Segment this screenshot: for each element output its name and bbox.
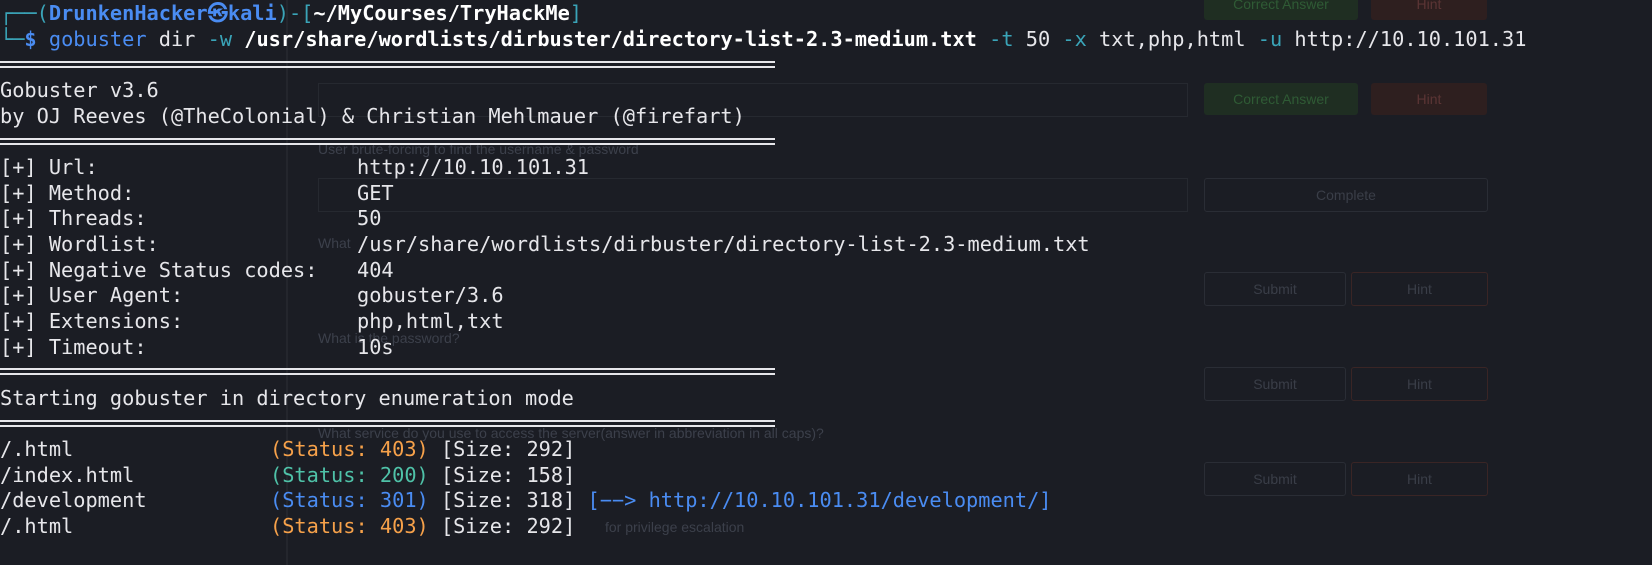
result-row: /index.html (Status: 200) [Size: 158] — [0, 462, 575, 488]
config-value: http://10.10.101.31 — [357, 155, 589, 179]
config-row: [+] Negative Status codes: 404 — [0, 257, 394, 283]
prompt-user: DrunkenHacker — [48, 1, 208, 25]
background-hint-button: Hint — [1351, 462, 1488, 496]
prompt-frame: ] — [569, 1, 583, 25]
result-path: /.html — [0, 437, 74, 461]
config-value: GET — [357, 181, 394, 205]
background-hint-button: Hint — [1351, 272, 1488, 306]
config-value: 404 — [357, 258, 394, 282]
background-question-text: for privilege escalation — [605, 519, 745, 535]
result-size: [Size: 318] — [440, 488, 576, 512]
separator — [0, 420, 775, 427]
config-key: [+] Url: — [0, 155, 98, 179]
command-flag: -u — [1257, 27, 1283, 51]
background-hint-button: Hint — [1371, 0, 1487, 20]
config-value: php,html,txt — [357, 309, 504, 333]
prompt-cwd: ~/MyCourses/TryHackMe — [313, 1, 570, 25]
config-row: [+] Url: http://10.10.101.31 — [0, 154, 589, 180]
config-value: 10s — [357, 335, 394, 359]
result-status: (Status: 200) — [270, 463, 429, 487]
result-path: /index.html — [0, 463, 135, 487]
command-threads: 50 — [1025, 27, 1051, 51]
separator — [0, 368, 775, 375]
result-row: /.html (Status: 403) [Size: 292] — [0, 513, 575, 539]
banner-authors: by OJ Reeves (@TheColonial) & Christian … — [0, 104, 745, 128]
command-program: gobuster — [48, 27, 147, 51]
config-key: [+] Method: — [0, 181, 135, 205]
mode-line: Starting gobuster in directory enumerati… — [0, 386, 574, 410]
config-row: [+] Threads: 50 — [0, 205, 381, 231]
separator — [0, 61, 775, 68]
config-key: [+] User Agent: — [0, 283, 184, 307]
config-key: [+] Threads: — [0, 206, 147, 230]
config-value: /usr/share/wordlists/dirbuster/directory… — [357, 232, 1090, 256]
config-row: [+] Method: GET — [0, 180, 394, 206]
background-answer-field — [318, 178, 1188, 212]
result-row: /.html (Status: 403) [Size: 292] — [0, 436, 575, 462]
background-correct-answer-button: Correct Answer — [1204, 0, 1358, 20]
background-submit-button: Submit — [1204, 272, 1346, 306]
command-url: http://10.10.101.31 — [1294, 27, 1527, 51]
prompt-host: kali — [227, 1, 277, 25]
background-submit-button: Submit — [1204, 367, 1346, 401]
result-size: [Size: 158] — [440, 463, 576, 487]
result-status: (Status: 403) — [270, 437, 429, 461]
config-row: [+] Extensions: php,html,txt — [0, 308, 504, 334]
background-correct-answer-button: Correct Answer — [1204, 83, 1358, 115]
result-row: /development (Status: 301) [Size: 318] [−… — [0, 487, 1052, 513]
background-hint-button: Hint — [1371, 83, 1487, 115]
prompt-frame: )-[ — [276, 1, 314, 25]
config-value: 50 — [357, 206, 382, 230]
result-status: (Status: 301) — [270, 488, 429, 512]
banner-version: Gobuster v3.6 — [0, 78, 159, 102]
result-path: /.html — [0, 514, 74, 538]
config-key: [+] Negative Status codes: — [0, 258, 318, 282]
background-hint-button: Hint — [1351, 367, 1488, 401]
config-row: [+] Timeout: 10s — [0, 334, 394, 360]
terminal-window[interactable]: Correct Answer Hint Correct Answer Hint … — [0, 0, 1652, 565]
result-status: (Status: 403) — [270, 514, 429, 538]
command-subcommand: dir — [158, 27, 196, 51]
kali-at-icon: ㉿ — [207, 1, 228, 25]
config-row: [+] User Agent: gobuster/3.6 — [0, 282, 504, 308]
prompt-frame: └─ — [0, 27, 25, 51]
config-value: gobuster/3.6 — [357, 283, 504, 307]
background-submit-button: Submit — [1204, 462, 1346, 496]
config-row: [+] Wordlist: /usr/share/wordlists/dirbus… — [0, 231, 1090, 257]
prompt-frame: ┌──( — [0, 1, 49, 25]
command-flag: -x — [1062, 27, 1087, 51]
background-complete-button: Complete — [1204, 178, 1488, 212]
command-flag: -t — [989, 27, 1014, 51]
result-redirect-link[interactable]: [−−> http://10.10.101.31/development/] — [588, 488, 1052, 512]
prompt-symbol: $ — [24, 27, 37, 51]
prompt-line: ┌──(DrunkenHacker㉿kali)-[~/MyCourses/Try… — [0, 0, 582, 26]
command-wordlist: /usr/share/wordlists/dirbuster/directory… — [244, 27, 977, 51]
command-extensions: txt,php,html — [1099, 27, 1246, 51]
result-path: /development — [0, 488, 147, 512]
command-flag: -w — [207, 27, 233, 51]
result-size: [Size: 292] — [440, 514, 576, 538]
config-key: [+] Timeout: — [0, 335, 147, 359]
result-size: [Size: 292] — [440, 437, 576, 461]
separator — [0, 138, 775, 145]
config-key: [+] Wordlist: — [0, 232, 159, 256]
config-key: [+] Extensions: — [0, 309, 184, 333]
command-line[interactable]: └─$ gobuster dir -w /usr/share/wordlists… — [0, 26, 1526, 52]
